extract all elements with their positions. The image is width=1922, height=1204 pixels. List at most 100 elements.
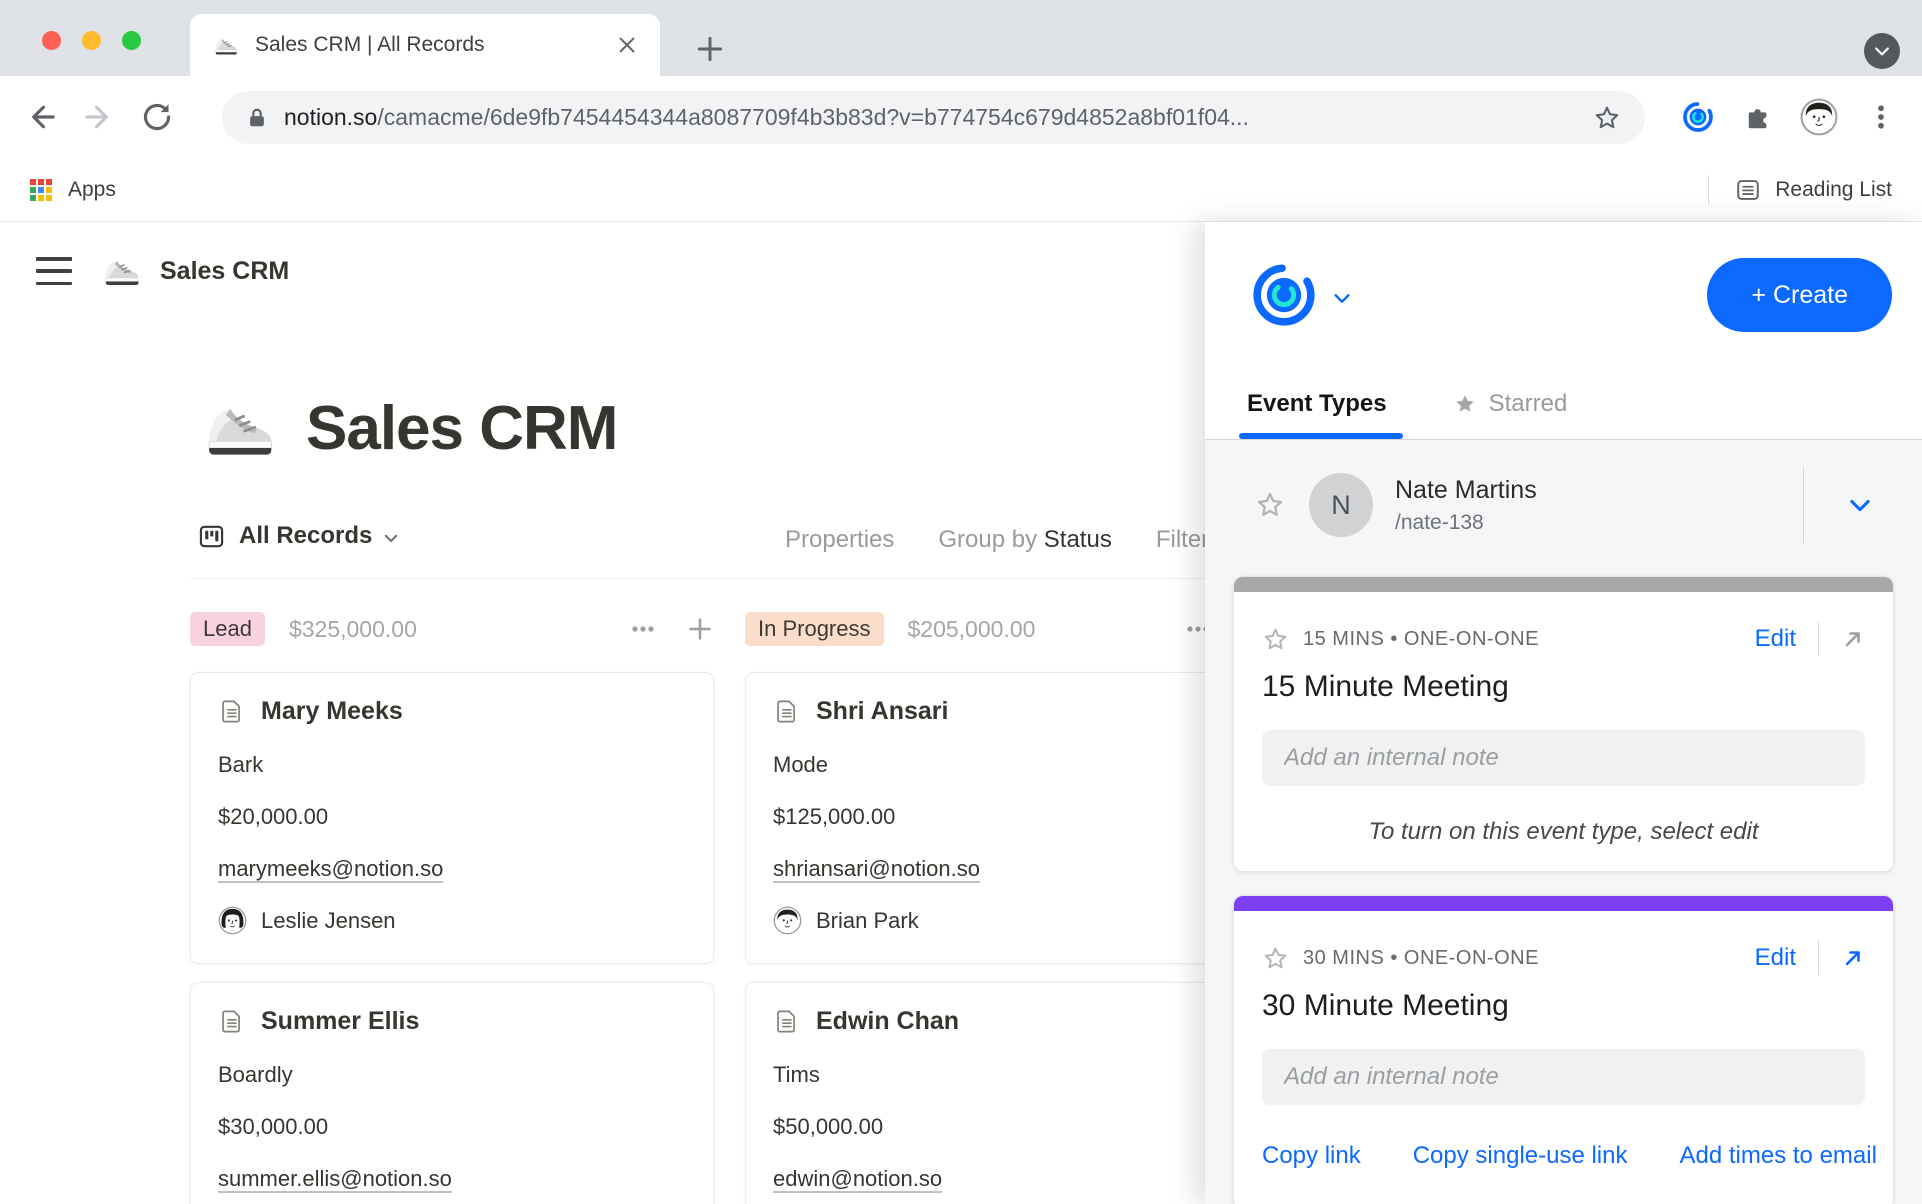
event-color-bar bbox=[1234, 577, 1893, 592]
tab-starred[interactable]: Starred bbox=[1453, 390, 1568, 436]
group-by-button[interactable]: Group by Status bbox=[938, 526, 1111, 554]
account-chevron-icon[interactable] bbox=[1331, 287, 1353, 309]
kanban-column-in-progress: In Progress $205,000.00 Shri Ansari Mode… bbox=[745, 604, 1269, 1204]
calendly-tabs: Event Types Starred bbox=[1205, 390, 1922, 440]
view-label: All Records bbox=[239, 522, 372, 550]
event-card-30min: 30 MINS • ONE-ON-ONE Edit 30 Minute Meet… bbox=[1233, 895, 1894, 1204]
copy-single-use-link-button[interactable]: Copy single-use link bbox=[1413, 1142, 1628, 1170]
owner-name: Brian Park bbox=[816, 908, 919, 934]
event-type-list: N Nate Martins /nate-138 15 MINS • ONE-O… bbox=[1205, 440, 1922, 1204]
tab-event-types[interactable]: Event Types bbox=[1247, 390, 1387, 436]
row-divider bbox=[1803, 467, 1804, 543]
tab-close-icon[interactable] bbox=[616, 34, 638, 56]
collapse-chevron-icon[interactable] bbox=[1846, 491, 1874, 519]
card-name: Summer Ellis bbox=[261, 1007, 419, 1036]
status-badge[interactable]: Lead bbox=[190, 612, 265, 646]
favorite-star-icon[interactable] bbox=[1255, 490, 1285, 520]
column-menu-icon[interactable] bbox=[628, 614, 658, 644]
reload-button[interactable] bbox=[140, 100, 174, 134]
browser-menu-icon[interactable] bbox=[1866, 102, 1896, 132]
window-close-button[interactable] bbox=[42, 31, 61, 50]
divider bbox=[1818, 622, 1819, 656]
bookmarks-divider bbox=[1708, 175, 1709, 205]
open-external-icon[interactable] bbox=[1841, 627, 1865, 651]
card-email-link[interactable]: marymeeks@notion.so bbox=[218, 856, 443, 882]
extensions-puzzle-icon[interactable] bbox=[1742, 102, 1772, 132]
new-tab-button[interactable] bbox=[694, 33, 726, 65]
create-button[interactable]: + Create bbox=[1707, 258, 1892, 332]
card-name: Mary Meeks bbox=[261, 697, 403, 726]
crm-card[interactable]: Edwin Chan Tims $50,000.00 edwin@notion.… bbox=[745, 982, 1269, 1204]
notion-page: Sales CRM Sales CRM All Records Properti… bbox=[0, 222, 1205, 1204]
browser-tab[interactable]: Sales CRM | All Records bbox=[190, 14, 660, 76]
window-minimize-button[interactable] bbox=[82, 31, 101, 50]
card-email-link[interactable]: shriansari@notion.so bbox=[773, 856, 980, 882]
view-toolbar: Properties Group by Status Filter bbox=[785, 526, 1209, 554]
crm-card[interactable]: Mary Meeks Bark $20,000.00 marymeeks@not… bbox=[190, 672, 714, 964]
open-external-icon[interactable] bbox=[1841, 946, 1865, 970]
card-company: Mode bbox=[773, 752, 1241, 778]
card-amount: $20,000.00 bbox=[218, 804, 686, 830]
address-bar[interactable]: notion.so/camacme/6de9fb7454454344a80877… bbox=[222, 91, 1645, 144]
filter-button[interactable]: Filter bbox=[1156, 526, 1209, 554]
lock-icon bbox=[246, 106, 268, 130]
owner-avatar bbox=[218, 906, 247, 935]
chevron-down-icon bbox=[382, 529, 400, 547]
card-company: Bark bbox=[218, 752, 686, 778]
edit-link[interactable]: Edit bbox=[1755, 625, 1796, 653]
sidebar-menu-button[interactable] bbox=[36, 257, 72, 285]
card-amount: $50,000.00 bbox=[773, 1114, 1241, 1140]
tab-title: Sales CRM | All Records bbox=[255, 33, 616, 57]
internal-note-input[interactable] bbox=[1262, 1049, 1865, 1105]
profile-avatar[interactable] bbox=[1800, 98, 1838, 136]
calendly-extension-icon[interactable] bbox=[1682, 101, 1714, 133]
apps-label: Apps bbox=[68, 178, 116, 202]
edit-link[interactable]: Edit bbox=[1755, 944, 1796, 972]
toolbar-extensions bbox=[1682, 76, 1896, 158]
apps-shortcut[interactable]: Apps bbox=[30, 178, 116, 202]
add-card-icon[interactable] bbox=[686, 615, 714, 643]
status-badge[interactable]: In Progress bbox=[745, 612, 884, 646]
crm-card[interactable]: Summer Ellis Boardly $30,000.00 summer.e… bbox=[190, 982, 714, 1204]
reading-list-button[interactable]: Reading List bbox=[1708, 175, 1892, 205]
user-slug: /nate-138 bbox=[1395, 511, 1537, 535]
page-title: Sales CRM bbox=[306, 393, 617, 464]
user-name: Nate Martins bbox=[1395, 476, 1537, 505]
star-event-icon[interactable] bbox=[1262, 626, 1289, 653]
event-card-15min: 15 MINS • ONE-ON-ONE Edit 15 Minute Meet… bbox=[1233, 576, 1894, 872]
forward-button[interactable] bbox=[82, 100, 116, 134]
owner-avatar bbox=[773, 906, 802, 935]
bookmark-star-icon[interactable] bbox=[1593, 104, 1621, 132]
user-row[interactable]: N Nate Martins /nate-138 bbox=[1255, 458, 1886, 552]
url-text: notion.so/camacme/6de9fb7454454344a80877… bbox=[284, 104, 1579, 131]
view-switcher[interactable]: All Records bbox=[198, 522, 400, 550]
window-controls bbox=[42, 31, 141, 50]
page-doc-icon bbox=[773, 1008, 800, 1035]
copy-link-button[interactable]: Copy link bbox=[1262, 1142, 1361, 1170]
apps-grid-icon bbox=[30, 179, 52, 201]
properties-button[interactable]: Properties bbox=[785, 526, 894, 554]
calendly-panel: + Create Event Types Starred N Nate Mart… bbox=[1205, 222, 1922, 1204]
calendly-header: + Create bbox=[1251, 256, 1892, 334]
page-doc-icon bbox=[773, 698, 800, 725]
tab-strip: Sales CRM | All Records bbox=[0, 0, 1922, 76]
calendly-logo-icon bbox=[1251, 262, 1317, 328]
back-button[interactable] bbox=[24, 100, 58, 134]
url-domain: notion.so bbox=[284, 104, 377, 130]
reading-list-label: Reading List bbox=[1775, 178, 1892, 202]
star-event-icon[interactable] bbox=[1262, 945, 1289, 972]
url-path: /camacme/6de9fb7454454344a8087709f4b3b83… bbox=[377, 104, 1249, 130]
crm-card[interactable]: Shri Ansari Mode $125,000.00 shriansari@… bbox=[745, 672, 1269, 964]
kanban-column-lead: Lead $325,000.00 Mary Meeks Bark $20,000… bbox=[190, 604, 714, 1204]
tab-search-button[interactable] bbox=[1864, 33, 1900, 69]
add-times-to-email-button[interactable]: Add times to email bbox=[1680, 1142, 1877, 1170]
internal-note-input[interactable] bbox=[1262, 730, 1865, 786]
card-amount: $125,000.00 bbox=[773, 804, 1241, 830]
card-email-link[interactable]: summer.ellis@notion.so bbox=[218, 1166, 452, 1192]
event-title: 30 Minute Meeting bbox=[1262, 989, 1865, 1023]
card-amount: $30,000.00 bbox=[218, 1114, 686, 1140]
group-by-prefix: Group by bbox=[938, 526, 1043, 553]
reading-list-icon bbox=[1735, 177, 1761, 203]
window-zoom-button[interactable] bbox=[122, 31, 141, 50]
card-email-link[interactable]: edwin@notion.so bbox=[773, 1166, 942, 1192]
